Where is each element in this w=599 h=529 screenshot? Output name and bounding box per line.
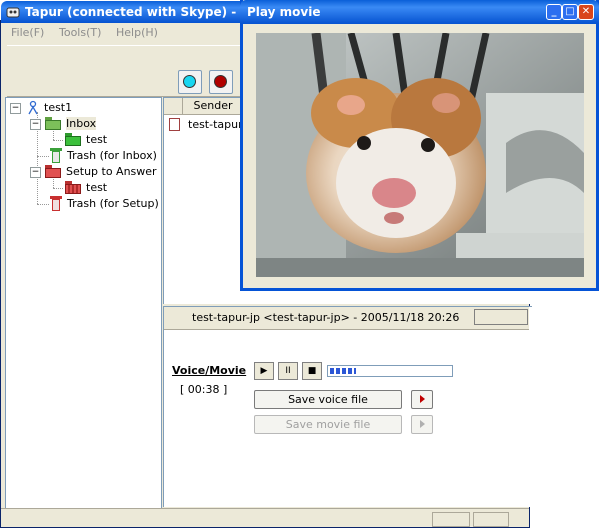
play-movie-window: Play movie _ □ ✕ xyxy=(240,0,599,291)
voice-message-icon xyxy=(169,118,180,131)
red-circle-icon xyxy=(214,75,227,88)
save-movie-button[interactable]: Save movie file xyxy=(254,415,402,434)
tree-item-setup-test[interactable]: test xyxy=(62,180,152,196)
tree-label-trash-inbox: Trash (for Inbox) xyxy=(67,149,157,162)
voice-movie-label: Voice/Movie xyxy=(172,364,247,377)
tree-item-inbox-test[interactable]: test xyxy=(62,132,152,148)
play-triangle-icon xyxy=(420,395,425,403)
stop-button[interactable]: ■ xyxy=(302,362,322,380)
main-window-title: Tapur (connected with Skype) - tes xyxy=(25,5,262,19)
play-triangle-icon xyxy=(420,420,425,428)
movie-window-title: Play movie xyxy=(247,5,321,19)
duration-text: [ 00:38 ] xyxy=(180,383,228,396)
column-header-sender[interactable]: Sender xyxy=(183,98,244,115)
save-voice-button[interactable]: Save voice file xyxy=(254,390,402,409)
play-movie-button[interactable] xyxy=(411,415,433,434)
tree-label-inbox-test: test xyxy=(86,133,108,146)
green-trash-icon xyxy=(50,148,62,163)
red-record-button[interactable] xyxy=(209,70,233,94)
playback-progress[interactable] xyxy=(327,365,453,377)
message-header: test-tapur-jp <test-tapur-jp> - 2005/11/… xyxy=(164,307,529,330)
folder-icon xyxy=(65,133,81,146)
tree-item-trash-setup[interactable]: Trash (for Setup) xyxy=(46,196,161,212)
movie-frame xyxy=(256,33,584,277)
header-field xyxy=(474,309,528,325)
tree-label-trash-setup: Trash (for Setup) xyxy=(67,197,159,210)
folder-tree: − test1 − Inbox test Trash (for Inbox) −… xyxy=(5,97,162,509)
collapse-icon[interactable]: − xyxy=(10,103,21,114)
close-icon: ✕ xyxy=(581,6,591,17)
tree-label-root: test1 xyxy=(44,101,73,114)
pause-button[interactable]: II xyxy=(278,362,298,380)
tree-item-setup[interactable]: − Setup to Answer xyxy=(26,164,161,180)
tree-label-inbox: Inbox xyxy=(66,117,97,130)
maximize-icon: □ xyxy=(565,6,575,17)
progress-fill xyxy=(330,368,356,374)
red-folder-icon xyxy=(45,165,61,178)
tree-label-setup: Setup to Answer xyxy=(66,165,157,178)
tapur-app-icon xyxy=(6,7,20,18)
message-header-text: test-tapur-jp <test-tapur-jp> - 2005/11/… xyxy=(192,311,460,324)
play-button[interactable]: ▶ xyxy=(254,362,274,380)
cyan-record-button[interactable] xyxy=(178,70,202,94)
tree-item-inbox[interactable]: − Inbox xyxy=(26,116,156,132)
red-folder-icon xyxy=(65,181,81,194)
column-header-icon[interactable] xyxy=(164,98,183,115)
minimize-button[interactable]: _ xyxy=(546,4,562,20)
menu-file[interactable]: File(F) xyxy=(11,26,44,39)
menu-help[interactable]: Help(H) xyxy=(116,26,158,39)
tree-item-trash-inbox[interactable]: Trash (for Inbox) xyxy=(46,148,161,164)
tree-label-setup-test: test xyxy=(86,181,108,194)
collapse-icon[interactable]: − xyxy=(30,119,41,130)
cyan-circle-icon xyxy=(183,75,196,88)
close-button[interactable]: ✕ xyxy=(578,4,594,20)
minimize-icon: _ xyxy=(551,6,557,17)
tree-item-root[interactable]: − test1 xyxy=(10,100,150,116)
message-detail: test-tapur-jp <test-tapur-jp> - 2005/11/… xyxy=(163,306,532,507)
status-pane xyxy=(473,512,509,527)
play-voice-button[interactable] xyxy=(411,390,433,409)
open-folder-icon xyxy=(45,117,61,130)
status-bar xyxy=(1,508,529,529)
hamster-video-image xyxy=(256,33,584,277)
movie-titlebar[interactable]: Play movie _ □ ✕ xyxy=(240,0,599,24)
user-icon xyxy=(28,100,38,115)
maximize-button[interactable]: □ xyxy=(562,4,578,20)
collapse-icon[interactable]: − xyxy=(30,167,41,178)
red-trash-icon xyxy=(50,196,62,211)
menu-tools[interactable]: Tools(T) xyxy=(59,26,101,39)
status-pane xyxy=(432,512,470,527)
message-sender: test-tapur xyxy=(188,118,243,131)
